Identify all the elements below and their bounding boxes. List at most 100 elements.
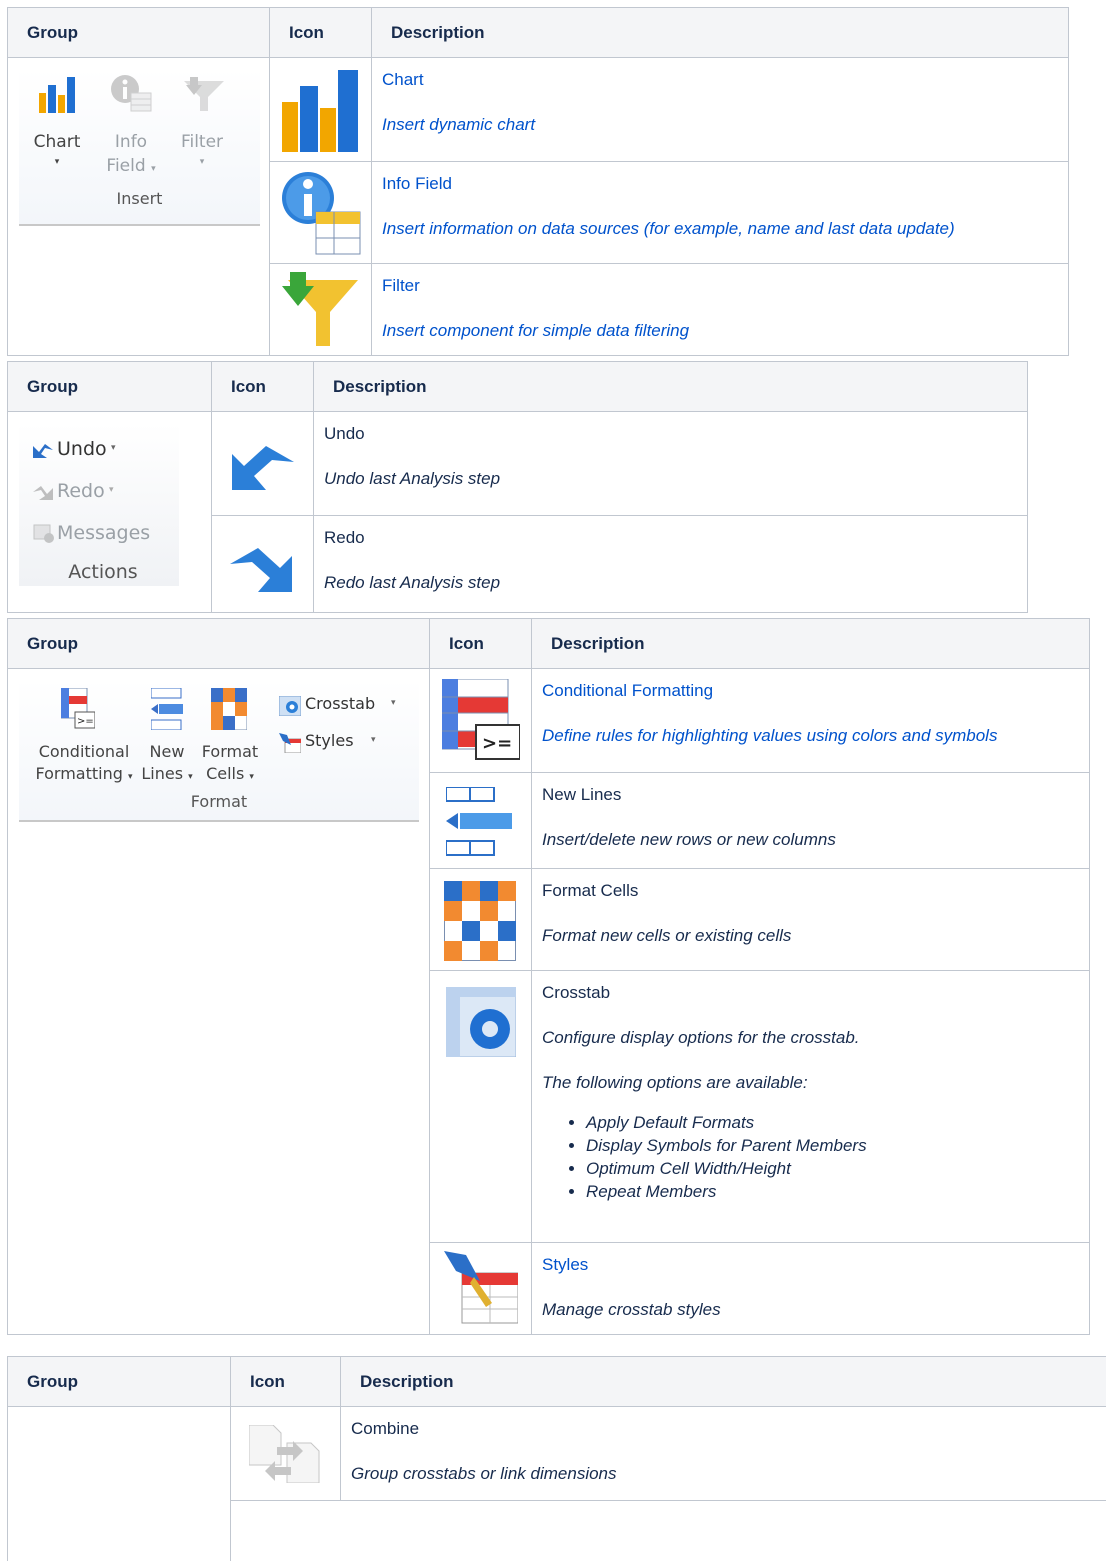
row-title[interactable]: Styles xyxy=(542,1255,1081,1275)
combine-icon xyxy=(249,1425,321,1483)
group-cell xyxy=(8,1407,231,1561)
table-row: Chart ▾ Info Field ▾ xyxy=(8,58,1069,162)
chevron-down-icon: ▾ xyxy=(188,772,193,782)
chevron-down-icon: ▾ xyxy=(109,485,114,495)
row-title: Crosstab xyxy=(542,983,1081,1003)
filter-icon xyxy=(182,75,226,115)
icon-cell xyxy=(270,264,372,356)
conditional-formatting-icon: >= xyxy=(61,688,95,730)
description-cell: Filter Insert component for simple data … xyxy=(372,264,1069,356)
description-header: Description xyxy=(341,1357,1106,1407)
undo-label: Undo xyxy=(57,438,107,460)
header-row: Group Icon Description xyxy=(8,619,1090,669)
chart-icon xyxy=(37,73,77,113)
format-cells-ribbon-button[interactable]: Format Cells ▾ xyxy=(199,680,261,798)
redo-label: Redo xyxy=(57,480,105,502)
undo-ribbon-button[interactable]: Undo ▾ xyxy=(33,438,173,464)
format-table: Group Icon Description >= Conditional Fo… xyxy=(7,618,1090,1335)
insert-table: Group Icon Description Chart ▾ xyxy=(7,7,1069,356)
description-cell: Chart Insert dynamic chart xyxy=(372,58,1069,162)
messages-label: Messages xyxy=(57,522,150,544)
info-field-label-2: Field ▾ xyxy=(101,156,161,176)
row-description: Insert information on data sources (for … xyxy=(382,219,1060,239)
list-item: Display Symbols for Parent Members xyxy=(586,1134,1081,1157)
svg-text:>=: >= xyxy=(77,716,94,727)
icon-cell xyxy=(430,773,532,869)
row-title: Undo xyxy=(324,424,1019,444)
description-cell: Redo Redo last Analysis step xyxy=(314,516,1028,613)
row-title[interactable]: Filter xyxy=(382,276,1060,296)
messages-ribbon-button[interactable]: Messages xyxy=(33,522,183,548)
filter-ribbon-button[interactable]: Filter ▾ xyxy=(172,69,232,194)
row-description: Redo last Analysis step xyxy=(324,573,1019,593)
chevron-down-icon: ▾ xyxy=(391,698,396,708)
format-cells-label: Format xyxy=(199,742,261,761)
redo-ribbon-button[interactable]: Redo ▾ xyxy=(33,480,173,506)
description-cell: New Lines Insert/delete new rows or new … xyxy=(532,773,1090,869)
chevron-down-icon: ▾ xyxy=(249,772,254,782)
format-group-title: Format xyxy=(19,792,419,811)
group-cell: Chart ▾ Info Field ▾ xyxy=(8,58,270,356)
chevron-down-icon: ▾ xyxy=(128,772,133,782)
row-title: Redo xyxy=(324,528,1019,548)
conditional-formatting-ribbon-button[interactable]: >= Conditional Formatting ▾ xyxy=(29,680,139,798)
row-title: Combine xyxy=(351,1419,1106,1439)
row-description: Configure display options for the crosst… xyxy=(542,1028,1081,1048)
format-ribbon-group: >= Conditional Formatting ▾ New Lines ▾ xyxy=(19,680,419,822)
group-header: Group xyxy=(8,8,270,58)
header-row: Group Icon Description xyxy=(8,8,1069,58)
format-cells-icon xyxy=(211,688,247,730)
icon-cell xyxy=(212,412,314,516)
row-title[interactable]: Chart xyxy=(382,70,1060,90)
header-row: Group Icon Description xyxy=(8,362,1028,412)
row-title[interactable]: Info Field xyxy=(382,174,1060,194)
row-description: Insert dynamic chart xyxy=(382,115,1060,135)
icon-cell xyxy=(430,971,532,1243)
row-description: Define rules for highlighting values usi… xyxy=(542,726,1081,746)
conditional-formatting-label-2: Formatting ▾ xyxy=(29,764,139,783)
styles-icon xyxy=(279,733,301,753)
actions-group-title: Actions xyxy=(19,561,187,583)
chevron-down-icon: ▾ xyxy=(27,157,87,167)
row-description: Insert/delete new rows or new columns xyxy=(542,830,1081,850)
icon-cell xyxy=(212,516,314,613)
list-item: Apply Default Formats xyxy=(586,1111,1081,1134)
filter-button-label: Filter xyxy=(172,132,232,152)
header-row: Group Icon Description xyxy=(8,1357,1106,1407)
description-cell: Styles Manage crosstab styles xyxy=(532,1243,1090,1335)
undo-icon xyxy=(33,440,53,458)
icon-header: Icon xyxy=(270,8,372,58)
chart-ribbon-button[interactable]: Chart ▾ xyxy=(27,69,87,194)
crosstab-icon xyxy=(446,987,516,1057)
chevron-down-icon: ▾ xyxy=(172,157,232,167)
redo-icon xyxy=(33,482,53,500)
info-field-ribbon-button[interactable]: Info Field ▾ xyxy=(101,69,161,194)
description-cell: Crosstab Configure display options for t… xyxy=(532,971,1090,1243)
new-lines-icon xyxy=(151,688,183,730)
empty-cell xyxy=(231,1501,1106,1561)
description-header: Description xyxy=(314,362,1028,412)
icon-cell xyxy=(270,162,372,264)
crosstab-ribbon-button[interactable]: Crosstab ▾ xyxy=(279,694,409,718)
description-cell: Combine Group crosstabs or link dimensio… xyxy=(341,1407,1106,1501)
actions-table: Group Icon Description Undo ▾ Redo ▾ xyxy=(7,361,1028,613)
chart-icon xyxy=(280,66,360,152)
info-field-label: Info xyxy=(101,132,161,152)
filter-icon xyxy=(280,272,360,348)
redo-icon xyxy=(230,542,292,592)
crosstab-icon xyxy=(279,696,301,716)
info-field-icon xyxy=(109,73,153,113)
options-intro: The following options are available: xyxy=(542,1073,1081,1093)
format-cells-label-2: Cells ▾ xyxy=(199,764,261,783)
row-title[interactable]: Conditional Formatting xyxy=(542,681,1081,701)
icon-cell: >= xyxy=(430,669,532,773)
new-lines-ribbon-button[interactable]: New Lines ▾ xyxy=(139,680,195,798)
table-row: Undo ▾ Redo ▾ Messages Actions xyxy=(8,412,1028,516)
info-field-icon xyxy=(280,168,362,256)
description-header: Description xyxy=(532,619,1090,669)
styles-icon xyxy=(444,1251,518,1325)
row-description: Insert component for simple data filteri… xyxy=(382,321,1060,341)
styles-ribbon-button[interactable]: Styles ▾ xyxy=(279,731,389,755)
chart-button-label: Chart xyxy=(27,132,87,152)
chevron-down-icon: ▾ xyxy=(111,443,116,453)
